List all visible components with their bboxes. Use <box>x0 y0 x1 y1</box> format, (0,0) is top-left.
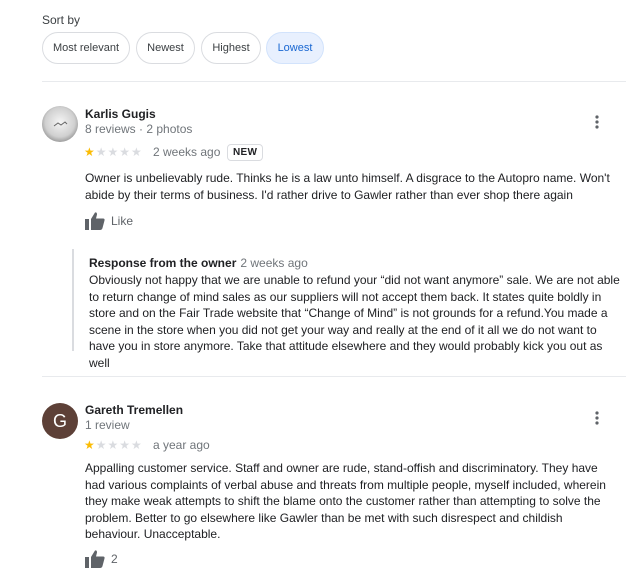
star-filled-icon: ★ <box>84 438 96 452</box>
review-author[interactable]: Gareth Tremellen <box>85 403 183 417</box>
avatar-photo[interactable] <box>42 106 78 142</box>
divider <box>42 81 626 82</box>
new-badge: NEW <box>227 144 264 161</box>
owner-response-title: Response from the owner 2 weeks ago <box>89 256 308 270</box>
avatar-image <box>53 121 68 127</box>
divider <box>42 376 626 377</box>
owner-response-bar <box>72 249 74 351</box>
like-button[interactable]: 2 <box>85 550 118 568</box>
sort-chip-most-relevant[interactable]: Most relevant <box>42 32 130 64</box>
review-time: a year ago <box>153 438 210 452</box>
sort-chip-lowest[interactable]: Lowest <box>266 32 324 64</box>
sort-chip-newest[interactable]: Newest <box>136 32 195 64</box>
more-options-icon[interactable] <box>589 112 605 132</box>
thumbs-up-icon <box>85 212 105 230</box>
star-empty-icon: ★★★★ <box>95 145 143 159</box>
review-text: Appalling customer service. Staff and ow… <box>85 461 606 541</box>
like-label: Like <box>111 214 134 228</box>
sort-chip-highest[interactable]: Highest <box>201 32 261 64</box>
review-time: 2 weeks ago <box>153 145 221 159</box>
review-text: Owner is unbelievably rude. Thinks he is… <box>85 171 610 202</box>
review-author[interactable]: Karlis Gugis <box>85 107 156 121</box>
like-button[interactable]: Like <box>85 212 133 230</box>
owner-response-label: Response from the owner <box>89 256 237 270</box>
star-rating: ★★★★★ <box>84 438 143 452</box>
owner-response-text: Obviously not happy that we are unable t… <box>89 273 620 370</box>
owner-response-time: 2 weeks ago <box>240 256 308 270</box>
star-rating: ★★★★★ <box>84 145 143 159</box>
star-filled-icon: ★ <box>84 145 96 159</box>
sort-label: Sort by <box>42 13 81 27</box>
like-count: 2 <box>111 552 118 566</box>
thumbs-up-icon <box>85 550 105 568</box>
review-author-meta[interactable]: 8 reviews · 2 photos <box>85 122 192 136</box>
more-options-icon[interactable] <box>589 408 605 428</box>
avatar-letter[interactable]: G <box>42 403 78 439</box>
star-empty-icon: ★★★★ <box>95 438 143 452</box>
review-author-meta[interactable]: 1 review <box>85 418 130 432</box>
